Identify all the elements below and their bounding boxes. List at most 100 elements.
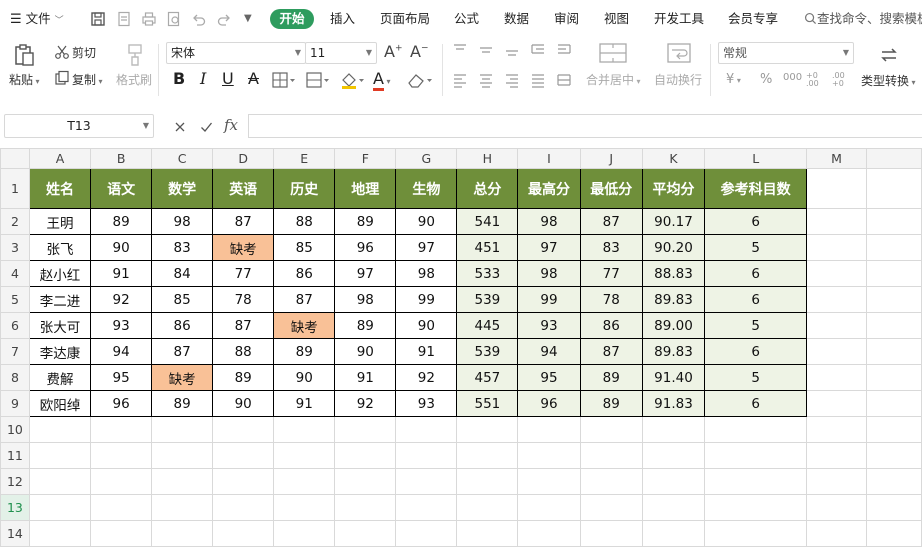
redo-icon[interactable] [216,11,232,27]
empty-cell[interactable] [273,416,336,443]
formula-result-cell[interactable]: 87 [579,338,643,365]
empty-cell[interactable] [517,520,581,547]
score-cell[interactable]: 90 [90,234,153,261]
score-cell[interactable]: 90 [273,364,336,391]
type-convert-button[interactable]: 类型转换 ▾ [861,72,916,89]
empty-cell[interactable] [704,468,808,495]
grow-font-button[interactable]: A+ [384,42,403,61]
empty-cell[interactable] [641,416,706,443]
percent-button[interactable]: % [760,72,772,87]
cut-button[interactable]: 剪切 [72,44,96,61]
decrease-decimal-button[interactable]: .00 +0 [832,72,852,88]
tab-formulas[interactable]: 公式 [454,0,479,38]
formula-result-cell[interactable]: 99 [517,286,581,313]
formula-result-cell[interactable]: 6 [704,390,808,417]
empty-cell[interactable] [28,494,92,521]
row-header-4[interactable]: 4 [0,260,30,287]
score-cell[interactable]: 98 [151,208,214,235]
header-cell[interactable]: 历史 [273,168,336,209]
row-header-10[interactable]: 10 [0,416,30,443]
column-header-b[interactable]: B [90,148,153,169]
command-search[interactable]: 查找命令、搜索模板 [804,0,922,38]
row-header-9[interactable]: 9 [0,390,30,417]
row-header-6[interactable]: 6 [0,312,30,339]
empty-cell[interactable] [28,416,92,443]
column-header-k[interactable]: K [641,148,706,169]
empty-cell[interactable] [334,468,397,495]
format-painter-icon[interactable] [124,43,146,67]
row-header-1[interactable]: 1 [0,168,30,209]
empty-cell[interactable] [273,468,336,495]
formula-result-cell[interactable]: 551 [456,390,519,417]
empty-cell[interactable] [456,442,519,469]
font-color-button[interactable]: A ▾ [373,69,391,91]
empty-cell[interactable] [273,442,336,469]
formula-result-cell[interactable]: 78 [579,286,643,313]
cancel-icon[interactable] [174,121,186,133]
merge-center-button[interactable]: 合并居中 ▾ [586,71,641,88]
empty-cell[interactable] [456,416,519,443]
formula-result-cell[interactable]: 95 [517,364,581,391]
empty-cell[interactable] [865,286,922,313]
row-header-14[interactable]: 14 [0,520,30,547]
tab-developer[interactable]: 开发工具 [654,0,704,38]
score-cell[interactable]: 90 [395,208,458,235]
formula-result-cell[interactable]: 94 [517,338,581,365]
empty-cell[interactable] [579,520,643,547]
column-header-g[interactable]: G [395,148,458,169]
score-cell[interactable]: 86 [273,260,336,287]
empty-cell[interactable] [517,494,581,521]
empty-cell[interactable] [865,234,922,261]
empty-cell[interactable] [456,468,519,495]
header-cell[interactable]: 平均分 [641,168,706,209]
score-cell[interactable]: 85 [151,286,214,313]
empty-cell[interactable] [806,416,867,443]
empty-cell[interactable] [212,416,275,443]
empty-cell[interactable] [151,416,214,443]
empty-cell[interactable] [212,520,275,547]
empty-cell[interactable] [334,442,397,469]
score-cell[interactable]: 缺考 [273,312,336,339]
strikethrough-button[interactable]: A [248,69,259,88]
undo-icon[interactable] [191,11,207,27]
empty-cell[interactable] [28,468,92,495]
select-all-corner[interactable] [0,148,30,169]
header-cell[interactable]: 参考科目数 [704,168,808,209]
score-cell[interactable]: 96 [90,390,153,417]
name-box[interactable]: T13 ▼ [4,114,154,138]
header-cell[interactable]: 最高分 [517,168,581,209]
row-header-12[interactable]: 12 [0,468,30,495]
formula-result-cell[interactable]: 89.00 [641,312,706,339]
number-format-select[interactable]: 常规 ▼ [718,42,854,64]
format-painter-button[interactable]: 格式刷 [116,71,152,88]
column-header-h[interactable]: H [456,148,519,169]
empty-cell[interactable] [865,364,922,391]
formula-result-cell[interactable]: 77 [579,260,643,287]
empty-cell[interactable] [579,494,643,521]
formula-result-cell[interactable]: 97 [517,234,581,261]
empty-cell[interactable] [395,468,458,495]
score-cell[interactable]: 89 [273,338,336,365]
empty-cell[interactable] [579,468,643,495]
empty-cell[interactable] [151,494,214,521]
header-cell[interactable]: 英语 [212,168,275,209]
row-header-7[interactable]: 7 [0,338,30,365]
empty-cell[interactable] [579,416,643,443]
formula-result-cell[interactable]: 89.83 [641,338,706,365]
copy-icon[interactable] [54,70,70,86]
score-cell[interactable]: 89 [90,208,153,235]
score-cell[interactable]: 87 [212,208,275,235]
empty-cell[interactable] [865,168,922,209]
paste-icon[interactable] [12,43,36,67]
student-name-cell[interactable]: 李达康 [28,338,92,365]
score-cell[interactable]: 99 [395,286,458,313]
formula-result-cell[interactable]: 88.83 [641,260,706,287]
formula-result-cell[interactable]: 98 [517,208,581,235]
score-cell[interactable]: 缺考 [212,234,275,261]
score-cell[interactable]: 78 [212,286,275,313]
row-header-11[interactable]: 11 [0,442,30,469]
header-cell[interactable]: 数学 [151,168,214,209]
tab-member[interactable]: 会员专享 [728,0,778,38]
empty-cell[interactable] [865,208,922,235]
empty-cell[interactable] [806,208,867,235]
